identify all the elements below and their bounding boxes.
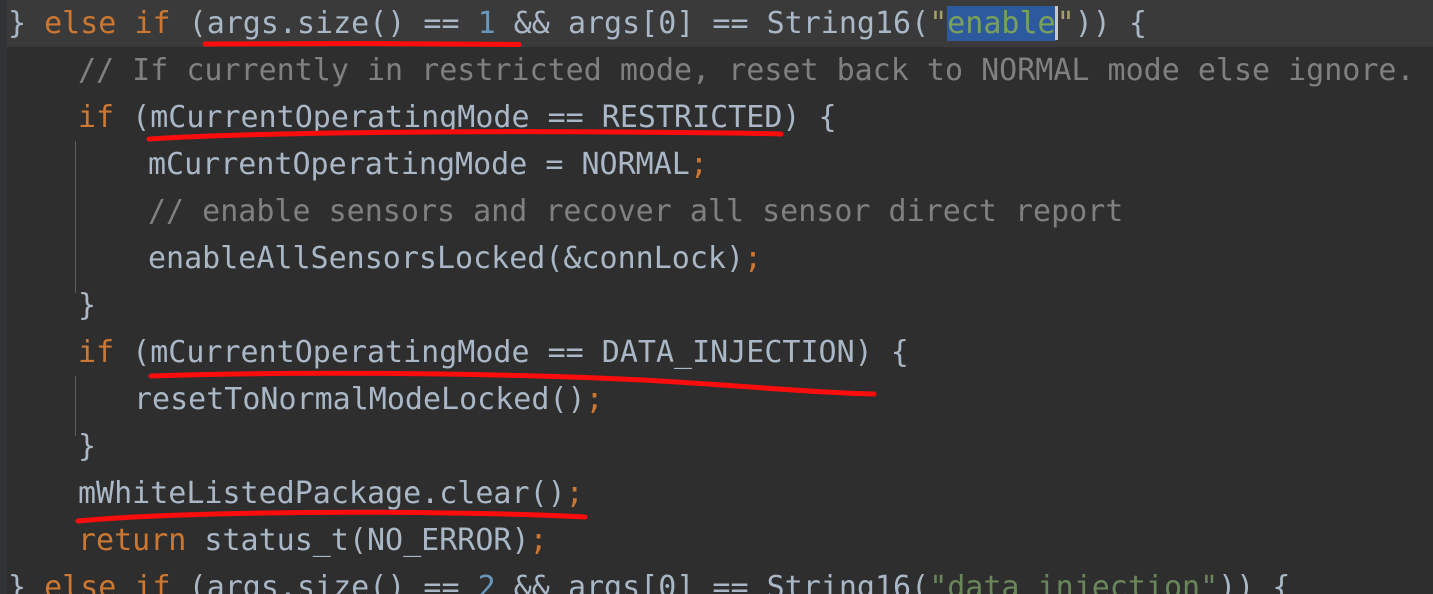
token-semicolon-9: ;	[585, 382, 604, 417]
code-line-10[interactable]: }	[0, 423, 1433, 470]
code-line-6[interactable]: enableAllSensorsLocked(&connLock);	[0, 235, 1433, 282]
code-line-13[interactable]: } else if (args.size() == 2 && args[0] =…	[0, 564, 1433, 594]
statement-enable-all-sensors: enableAllSensorsLocked(&connLock)	[148, 241, 745, 276]
token-semicolon-11: ;	[565, 476, 584, 511]
selected-text-enable[interactable]: enable	[947, 6, 1056, 41]
token-else: else	[44, 6, 117, 41]
token-quote-open: "	[929, 6, 948, 41]
code-line-7[interactable]: }	[0, 282, 1433, 329]
token-brace: }	[8, 6, 27, 41]
token-if-13: if	[134, 570, 171, 594]
token-line1-close: )) {	[1074, 6, 1147, 41]
code-line-8[interactable]: if (mCurrentOperatingMode == DATA_INJECT…	[0, 329, 1433, 376]
code-line-1[interactable]: } else if (args.size() == 1 && args[0] =…	[0, 0, 1433, 47]
token-if-restricted: if	[78, 100, 115, 135]
statement-set-normal-mode: mCurrentOperatingMode = NORMAL	[148, 147, 690, 182]
token-quote-close: "	[1056, 6, 1075, 41]
code-line-4[interactable]: mCurrentOperatingMode = NORMAL;	[0, 141, 1433, 188]
token-string16-call-13: String16(	[766, 570, 930, 594]
token-open-paren-13: (	[170, 570, 207, 594]
code-line-3[interactable]: if (mCurrentOperatingMode == RESTRICTED)…	[0, 94, 1433, 141]
token-equals-2: ==	[694, 6, 767, 41]
token-equals-13-2: ==	[694, 570, 767, 594]
comment-restricted-mode: // If currently in restricted mode, rese…	[78, 53, 1415, 88]
token-semicolon-6: ;	[744, 241, 763, 276]
token-args-index-13: args[0]	[567, 570, 695, 594]
code-lines[interactable]: } else if (args.size() == 1 && args[0] =…	[0, 0, 1433, 594]
statement-reset-to-normal-mode: resetToNormalModeLocked()	[134, 382, 586, 417]
token-equals-1: ==	[405, 6, 478, 41]
token-number-one: 1	[477, 6, 496, 41]
token-logical-and: &&	[495, 6, 568, 41]
token-args-size-13: args.size()	[206, 570, 406, 594]
token-return: return	[78, 523, 187, 558]
token-string16-call: String16(	[766, 6, 930, 41]
code-editor-view[interactable]: } else if (args.size() == 1 && args[0] =…	[0, 0, 1433, 594]
statement-whitelisted-package-clear: mWhiteListedPackage.clear()	[78, 476, 566, 511]
token-close-brace-7: }	[78, 288, 97, 323]
code-line-9[interactable]: resetToNormalModeLocked();	[0, 376, 1433, 423]
token-logical-and-13: &&	[495, 570, 568, 594]
token-semicolon-4: ;	[689, 147, 708, 182]
comment-enable-sensors: // enable sensors and recover all sensor…	[148, 194, 1124, 229]
token-number-two: 2	[477, 570, 496, 594]
token-line13-close: )) {	[1218, 570, 1291, 594]
code-line-12[interactable]: return status_t(NO_ERROR);	[0, 517, 1433, 564]
token-open-paren: (	[170, 6, 207, 41]
token-if: if	[134, 6, 171, 41]
token-args-index: args[0]	[567, 6, 695, 41]
token-close-brace-10: }	[78, 429, 97, 464]
token-else-13: else	[44, 570, 117, 594]
editor-gutter	[0, 0, 7, 594]
token-string-data-injection: "data injection"	[929, 570, 1219, 594]
token-args-size: args.size()	[206, 6, 406, 41]
code-line-11[interactable]: mWhiteListedPackage.clear();	[0, 470, 1433, 517]
statement-status-no-error: status_t(NO_ERROR)	[186, 523, 530, 558]
code-line-5[interactable]: // enable sensors and recover all sensor…	[0, 188, 1433, 235]
token-if-data-injection: if	[78, 335, 115, 370]
token-restricted-condition: (mCurrentOperatingMode == RESTRICTED) {	[114, 100, 837, 135]
code-line-2[interactable]: // If currently in restricted mode, rese…	[0, 47, 1433, 94]
token-data-injection-condition: (mCurrentOperatingMode == DATA_INJECTION…	[114, 335, 909, 370]
token-brace-13: }	[8, 570, 27, 594]
token-equals-13-1: ==	[405, 570, 478, 594]
token-semicolon-12: ;	[529, 523, 548, 558]
